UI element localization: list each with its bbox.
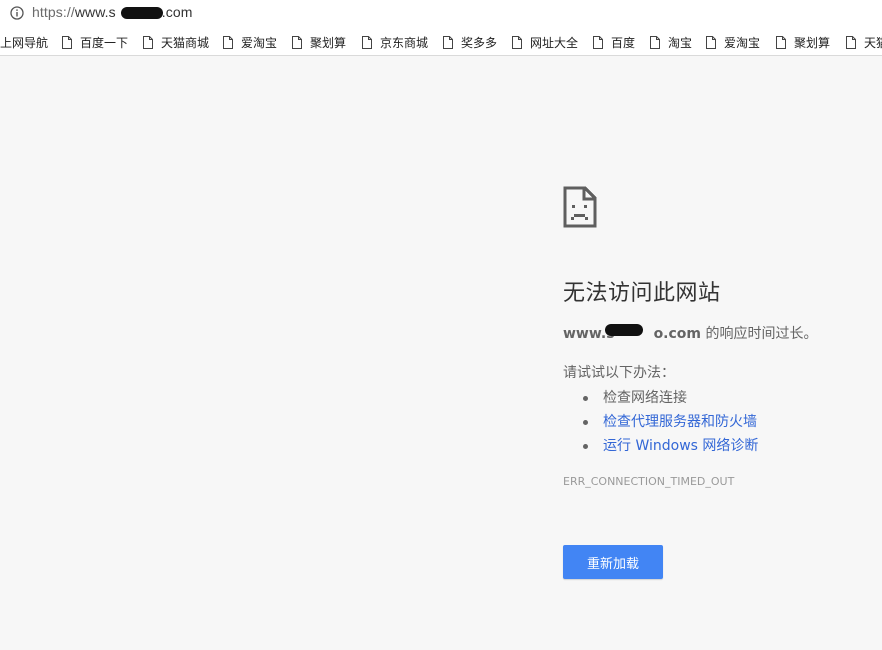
bookmark-item[interactable]: 淘宝 — [650, 33, 692, 51]
url-host-suffix: .com — [161, 4, 193, 20]
bullet-icon — [583, 395, 588, 401]
page-icon — [650, 35, 660, 49]
bookmark-label: 爱淘宝 — [724, 35, 761, 50]
page-icon — [62, 35, 72, 49]
bookmark-label: 淘宝 — [668, 35, 693, 50]
sad-page-icon — [563, 186, 597, 228]
suggestions-heading: 请试试以下办法： — [563, 365, 675, 381]
bookmark-item[interactable]: 百度 — [593, 33, 635, 51]
bookmark-item[interactable]: 天猫商城 — [143, 33, 209, 51]
page-icon — [143, 35, 153, 49]
bookmark-item[interactable]: 爱淘宝 — [706, 33, 760, 51]
page-icon — [846, 35, 856, 49]
page-icon — [706, 35, 716, 49]
bullet-icon — [583, 419, 588, 425]
bullet-icon — [583, 443, 588, 449]
error-code: ERR_CONNECTION_TIMED_OUT — [563, 475, 735, 488]
url-text[interactable]: https://www.s .com — [32, 4, 193, 20]
suggestions-list: 检查网络连接检查代理服务器和防火墙 运行 Windows 网络诊断 — [583, 386, 758, 458]
bookmark-label: 上网导航 — [0, 35, 49, 50]
bookmark-item[interactable]: 聚划算 — [292, 33, 346, 51]
reload-button[interactable]: 重新加载 — [563, 545, 663, 579]
suggestion-link[interactable]: 检查代理服务器和防火墙 — [603, 412, 757, 432]
host-redaction-mark — [605, 324, 643, 336]
info-icon[interactable] — [10, 6, 24, 20]
bookmark-item[interactable]: 聚划算 — [776, 33, 830, 51]
page-icon — [776, 35, 786, 49]
page-icon — [223, 35, 233, 49]
page-icon — [512, 35, 522, 49]
error-title: 无法访问此网站 — [563, 281, 721, 306]
bookmark-item[interactable]: 百度一下 — [62, 33, 128, 51]
url-host-prefix: www.s — [74, 4, 116, 20]
bookmark-label: 奖多多 — [461, 35, 498, 50]
url-scheme: https:// — [32, 4, 75, 20]
page-icon — [362, 35, 372, 49]
suggestion-item: 检查网络连接 — [583, 386, 758, 410]
page-icon — [593, 35, 603, 49]
error-description-tail: 的响应时间过长。 — [701, 326, 818, 342]
bookmark-label: 网址大全 — [530, 35, 579, 50]
suggestion-text: 检查网络连接 — [603, 390, 687, 406]
bookmark-item[interactable]: 网址大全 — [512, 33, 578, 51]
bookmark-label: 京东商城 — [380, 35, 429, 50]
bookmark-label: 爱淘宝 — [241, 35, 278, 50]
bookmark-label: 百度一下 — [80, 35, 129, 50]
bookmark-item[interactable]: 上网导航 — [0, 33, 48, 51]
bookmark-item[interactable]: 天猫 — [846, 33, 882, 51]
bookmark-label: 聚划算 — [794, 35, 831, 50]
suggestion-link[interactable]: 运行 Windows 网络诊断 — [603, 436, 758, 456]
error-page — [0, 56, 882, 650]
bookmark-item[interactable]: 爱淘宝 — [223, 33, 277, 51]
bookmark-item[interactable]: 奖多多 — [443, 33, 497, 51]
bookmark-label: 聚划算 — [310, 35, 347, 50]
browser-toolbar: https://www.s .com — [0, 0, 882, 30]
bookmark-label: 天猫 — [864, 35, 882, 50]
suggestion-item[interactable]: 检查代理服务器和防火墙 — [583, 410, 758, 434]
url-redaction-mark — [121, 7, 163, 19]
error-host-suffix: o.com — [653, 326, 702, 342]
bookmark-label: 天猫商城 — [161, 35, 210, 50]
page-icon — [443, 35, 453, 49]
bookmark-label: 百度 — [611, 35, 636, 50]
page-icon — [292, 35, 302, 49]
bookmarks-bar: 上网导航 百度一下 天猫商城 爱淘宝 聚划算 京东商城 奖多多 网址大全 百度 淘宝 爱淘宝 聚划算 天… — [0, 29, 882, 56]
suggestion-item[interactable]: 运行 Windows 网络诊断 — [583, 434, 758, 458]
address-bar[interactable]: https://www.s .com — [0, 0, 882, 27]
error-description: www.s o.com 的响应时间过长。 — [563, 323, 817, 343]
bookmark-item[interactable]: 京东商城 — [362, 33, 428, 51]
